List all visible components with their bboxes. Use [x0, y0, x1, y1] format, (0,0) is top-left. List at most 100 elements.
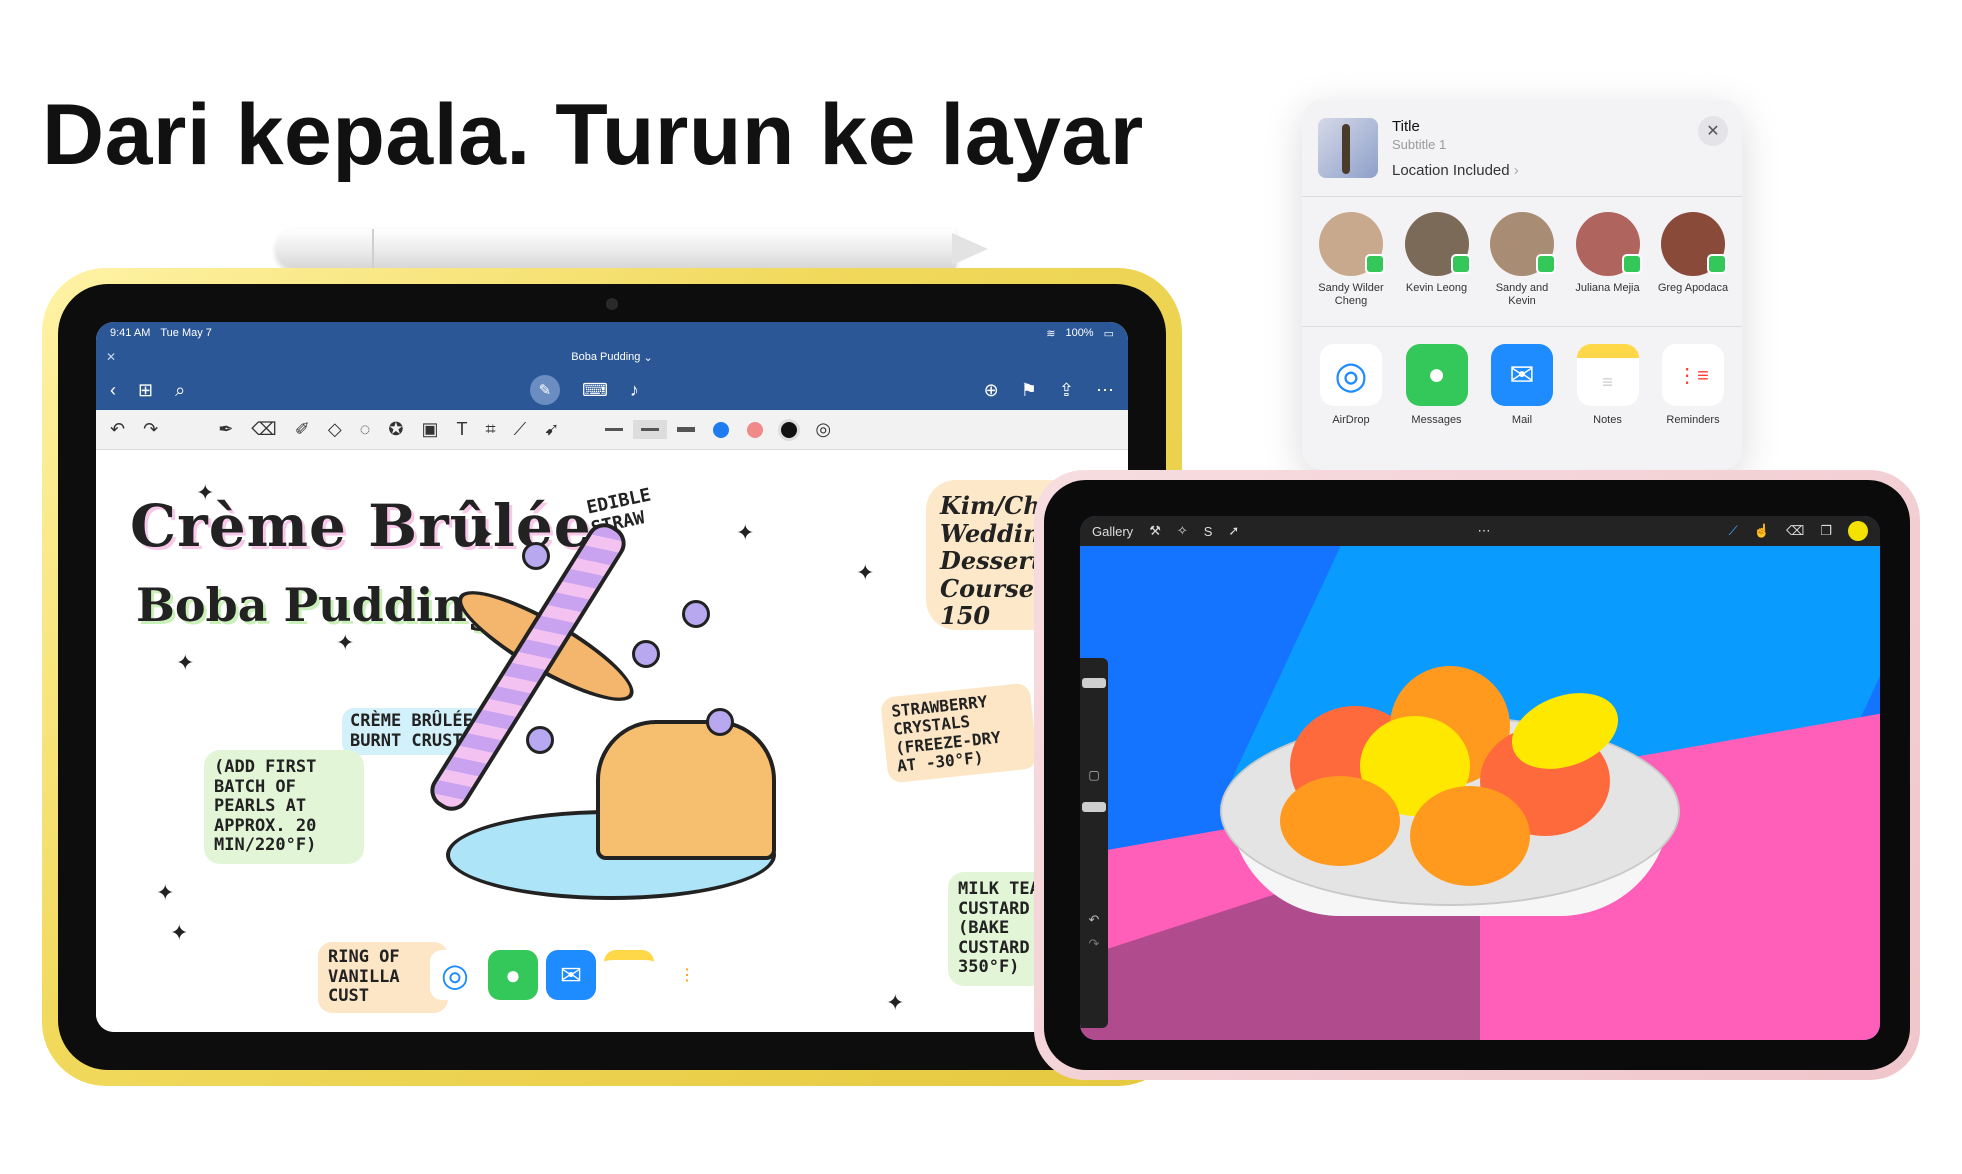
layers-icon[interactable]: ❐: [1820, 523, 1832, 539]
selection-icon[interactable]: S: [1204, 524, 1213, 539]
avatar: [1661, 212, 1727, 276]
keyboard-icon[interactable]: ⌨: [582, 380, 608, 401]
messages-badge-icon: [1707, 254, 1727, 274]
pointer-tool-icon[interactable]: ➹: [544, 419, 559, 440]
chevron-right-icon: ›: [1513, 162, 1519, 179]
magic-wand-icon[interactable]: ✧: [1177, 523, 1188, 539]
undo-icon[interactable]: ↶: [110, 419, 125, 440]
search-icon[interactable]: ⌕: [175, 380, 185, 401]
color-swatch[interactable]: [1848, 521, 1869, 541]
apple-pencil: [276, 229, 956, 269]
share-dock: ◎ ● ✉ ⋮: [430, 950, 712, 1000]
share-person[interactable]: Sandy Wilder Cheng: [1310, 212, 1392, 308]
pearl: [682, 600, 710, 628]
status-time: 9:41 AM: [110, 327, 151, 339]
sparkle: ✦: [856, 560, 875, 585]
brush-sidebar: ▢ ↶ ↷: [1080, 658, 1108, 1028]
thick-line-option[interactable]: [677, 427, 696, 432]
share-app-messages[interactable]: ● Messages: [1396, 344, 1478, 426]
divider: [1302, 326, 1742, 327]
reminders-icon[interactable]: ⋮: [662, 950, 712, 1000]
share-subtitle: Subtitle 1: [1392, 137, 1447, 152]
close-icon[interactable]: ✕: [106, 350, 116, 364]
notes-canvas[interactable]: Crème Brûlée Boba Pudding EDIBLE STRAW C…: [96, 450, 1128, 1032]
mail-icon[interactable]: ✉: [546, 950, 596, 1000]
undo-icon[interactable]: ↶: [1080, 912, 1108, 928]
smudge-icon[interactable]: ☝: [1754, 523, 1770, 539]
art-fruit: [1280, 776, 1400, 866]
back-icon[interactable]: ‹: [110, 380, 116, 401]
battery-icon: ▭: [1103, 327, 1114, 340]
eraser-tool-icon[interactable]: ⌫: [251, 419, 276, 440]
sparkle: ✦: [196, 480, 215, 505]
medium-line-option[interactable]: [641, 428, 660, 431]
grid-icon[interactable]: ⊞: [138, 380, 153, 401]
brush-icon[interactable]: ⟋: [1729, 523, 1738, 539]
color-picker-icon[interactable]: ◎: [815, 419, 831, 440]
modify-button-icon[interactable]: ▢: [1080, 768, 1108, 782]
share-icon[interactable]: ⇪: [1059, 380, 1074, 401]
more-icon[interactable]: ⋯: [1478, 523, 1491, 539]
share-app-airdrop[interactable]: ◎ AirDrop: [1310, 344, 1392, 426]
opacity-slider[interactable]: [1082, 802, 1106, 812]
notes-icon: ≡: [1576, 344, 1639, 406]
gallery-button[interactable]: Gallery: [1092, 524, 1133, 539]
notes-icon[interactable]: [604, 950, 654, 1000]
redo-icon[interactable]: ↷: [1080, 936, 1108, 952]
lasso-tool-icon[interactable]: ◌: [360, 419, 371, 440]
ipad-bezel: Gallery ⚒ ✧ S ➚ ⋯ ⟋ ☝ ⌫ ❐ ▢ ↶ ↷: [1044, 480, 1910, 1070]
transform-arrow-icon[interactable]: ➚: [1228, 523, 1239, 539]
share-location-option[interactable]: Location Included ›: [1392, 162, 1519, 179]
art-fruit: [1410, 786, 1530, 886]
label-strawberry-crystals: STRAWBERRY CRYSTALS (FREEZE-DRY AT -30°F…: [879, 682, 1039, 784]
close-icon[interactable]: ✕: [1698, 116, 1728, 146]
ruler-tool-icon[interactable]: ⟋: [514, 419, 527, 440]
mail-icon: ✉: [1491, 344, 1553, 406]
share-person[interactable]: Greg Apodaca: [1652, 212, 1734, 308]
notes-toolbar: ‹ ⊞ ⌕ ✎ ⌨ ♪ ⊕ ⚑ ⇪ ⋯: [96, 370, 1128, 410]
label-add-pearls: (ADD FIRST BATCH OF PEARLS AT APPROX. 20…: [204, 750, 364, 864]
microphone-icon[interactable]: ♪: [630, 380, 639, 401]
share-app-reminders[interactable]: ⋮≡ Reminders: [1652, 344, 1734, 426]
pearl: [522, 542, 550, 570]
thin-line-option[interactable]: [605, 428, 624, 431]
messages-icon[interactable]: ●: [488, 950, 538, 1000]
chevron-down-icon[interactable]: ⌄: [640, 351, 652, 364]
color-blue[interactable]: [713, 421, 730, 438]
eraser-icon[interactable]: ⌫: [1786, 523, 1804, 539]
image-tool-icon[interactable]: ▣: [421, 419, 438, 440]
more-icon[interactable]: ⋯: [1096, 380, 1114, 401]
brush-size-slider[interactable]: [1082, 678, 1106, 688]
markup-pen-icon[interactable]: ✎: [529, 375, 560, 405]
share-person[interactable]: Juliana Mejia: [1567, 212, 1649, 308]
highlighter-tool-icon[interactable]: ✐: [295, 419, 310, 440]
sticker-tool-icon[interactable]: ✪: [388, 419, 403, 440]
avatar: [1319, 212, 1385, 276]
wrench-icon[interactable]: ⚒: [1149, 523, 1161, 539]
messages-badge-icon: [1621, 254, 1642, 274]
shapes-tool-icon[interactable]: ◇: [328, 419, 342, 440]
share-thumbnail: [1318, 118, 1378, 178]
redo-icon[interactable]: ↷: [143, 419, 158, 440]
airdrop-icon[interactable]: ◎: [430, 950, 480, 1000]
sparkle: ✦: [736, 520, 755, 545]
share-person[interactable]: Sandy and Kevin: [1481, 212, 1563, 308]
messages-badge-icon: [1536, 254, 1556, 274]
share-person[interactable]: Kevin Leong: [1396, 212, 1478, 308]
pen-tool-icon[interactable]: ✒: [218, 419, 233, 440]
bookmark-icon[interactable]: ⚑: [1021, 380, 1037, 401]
add-page-icon[interactable]: ⊕: [984, 380, 999, 401]
share-people-row: Sandy Wilder Cheng Kevin Leong Sandy and…: [1310, 212, 1734, 308]
share-header: Title Subtitle 1 Location Included ›: [1318, 118, 1726, 182]
text-tool-icon[interactable]: T: [456, 419, 467, 440]
marketing-canvas: Dari kepala. Turun ke layar 9:41 AM Tue …: [0, 0, 1962, 1174]
color-black[interactable]: [781, 421, 798, 438]
pudding-drawing: [596, 720, 776, 860]
sparkle: ✦: [170, 920, 189, 945]
share-app-mail[interactable]: ✉ Mail: [1481, 344, 1563, 426]
color-pink[interactable]: [747, 421, 764, 438]
app-label: Mail: [1511, 414, 1533, 426]
document-title[interactable]: Boba Pudding: [571, 351, 640, 363]
scan-tool-icon[interactable]: ⌗: [485, 419, 495, 440]
share-app-notes[interactable]: ≡ Notes: [1567, 344, 1649, 426]
